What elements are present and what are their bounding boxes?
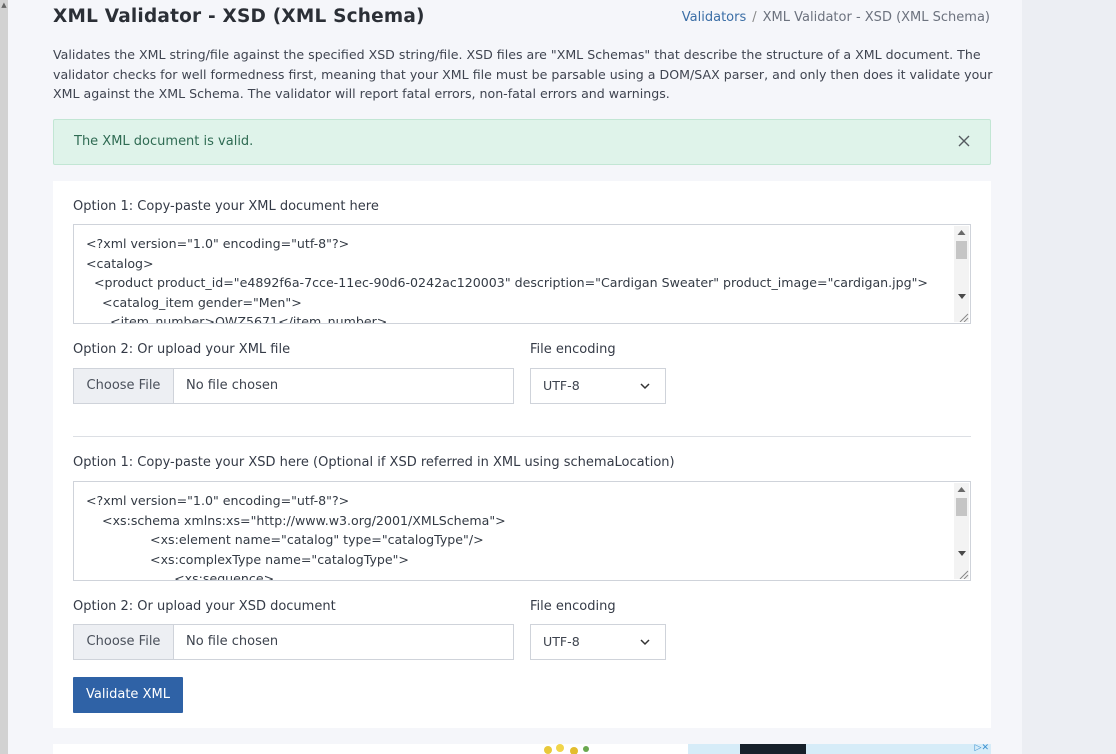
- scroll-thumb[interactable]: [956, 241, 967, 259]
- breadcrumb: Validators / XML Validator - XSD (XML Sche…: [682, 10, 990, 25]
- xml-paste-label: Option 1: Copy-paste your XML document h…: [73, 199, 379, 214]
- scroll-thumb[interactable]: [956, 498, 967, 516]
- xml-textarea[interactable]: <?xml version="1.0" encoding="utf-8"?> <…: [73, 224, 971, 324]
- success-alert: The XML document is valid.: [53, 119, 991, 165]
- scroll-up-icon[interactable]: [957, 230, 966, 235]
- xsd-code: <?xml version="1.0" encoding="utf-8"?> <…: [86, 493, 506, 581]
- ad-image-dark: [740, 744, 806, 754]
- xsd-paste-label: Option 1: Copy-paste your XSD here (Opti…: [73, 455, 675, 470]
- xml-upload-label: Option 2: Or upload your XML file: [73, 342, 291, 357]
- resize-handle-icon[interactable]: [957, 569, 969, 579]
- validate-xml-button[interactable]: Validate XML: [73, 677, 183, 713]
- breadcrumb-separator: /: [752, 10, 757, 25]
- main-content: XML Validator - XSD (XML Schema) Validat…: [8, 0, 1022, 754]
- section-divider: [73, 436, 971, 437]
- xml-encoding-select[interactable]: UTF-8: [530, 368, 666, 404]
- advertisement-banner[interactable]: ▷✕: [53, 744, 991, 754]
- xsd-textarea-scrollbar[interactable]: [954, 483, 969, 579]
- xsd-file-input[interactable]: Choose File No file chosen: [73, 624, 514, 660]
- scroll-up-arrow-icon[interactable]: ▲: [1, 0, 7, 10]
- xsd-encoding-select[interactable]: UTF-8: [530, 624, 666, 660]
- xsd-choose-file-button[interactable]: Choose File: [74, 625, 174, 659]
- xml-encoding-value: UTF-8: [543, 378, 580, 393]
- xsd-file-status: No file chosen: [186, 634, 279, 649]
- scroll-down-icon[interactable]: [958, 551, 966, 556]
- scroll-up-icon[interactable]: [957, 487, 966, 492]
- xml-file-status: No file chosen: [186, 378, 279, 393]
- left-scrollbar[interactable]: ▲: [0, 0, 8, 754]
- ad-image-panel: [688, 744, 991, 754]
- scroll-down-icon[interactable]: [958, 294, 966, 299]
- chevron-down-icon: [640, 639, 650, 646]
- page-title: XML Validator - XSD (XML Schema): [53, 6, 425, 27]
- xsd-encoding-label: File encoding: [530, 599, 616, 614]
- xml-code: <?xml version="1.0" encoding="utf-8"?> <…: [86, 236, 928, 324]
- resize-handle-icon[interactable]: [957, 312, 969, 322]
- close-icon[interactable]: [956, 133, 972, 149]
- xml-choose-file-button[interactable]: Choose File: [74, 369, 174, 403]
- xsd-textarea[interactable]: <?xml version="1.0" encoding="utf-8"?> <…: [73, 481, 971, 581]
- xsd-encoding-value: UTF-8: [543, 634, 580, 649]
- validator-form: Option 1: Copy-paste your XML document h…: [53, 181, 991, 728]
- flower-image: [544, 744, 589, 754]
- ad-choices-icon[interactable]: ▷✕: [975, 744, 989, 753]
- xml-encoding-label: File encoding: [530, 342, 616, 357]
- right-margin: [1022, 0, 1116, 754]
- xml-file-input[interactable]: Choose File No file chosen: [73, 368, 514, 404]
- alert-message: The XML document is valid.: [74, 134, 254, 149]
- xsd-upload-label: Option 2: Or upload your XSD document: [73, 599, 336, 614]
- breadcrumb-current: XML Validator - XSD (XML Schema): [762, 10, 990, 25]
- chevron-down-icon: [640, 383, 650, 390]
- page-description: Validates the XML string/file against th…: [53, 47, 993, 102]
- breadcrumb-validators-link[interactable]: Validators: [682, 10, 746, 25]
- xml-textarea-scrollbar[interactable]: [954, 226, 969, 322]
